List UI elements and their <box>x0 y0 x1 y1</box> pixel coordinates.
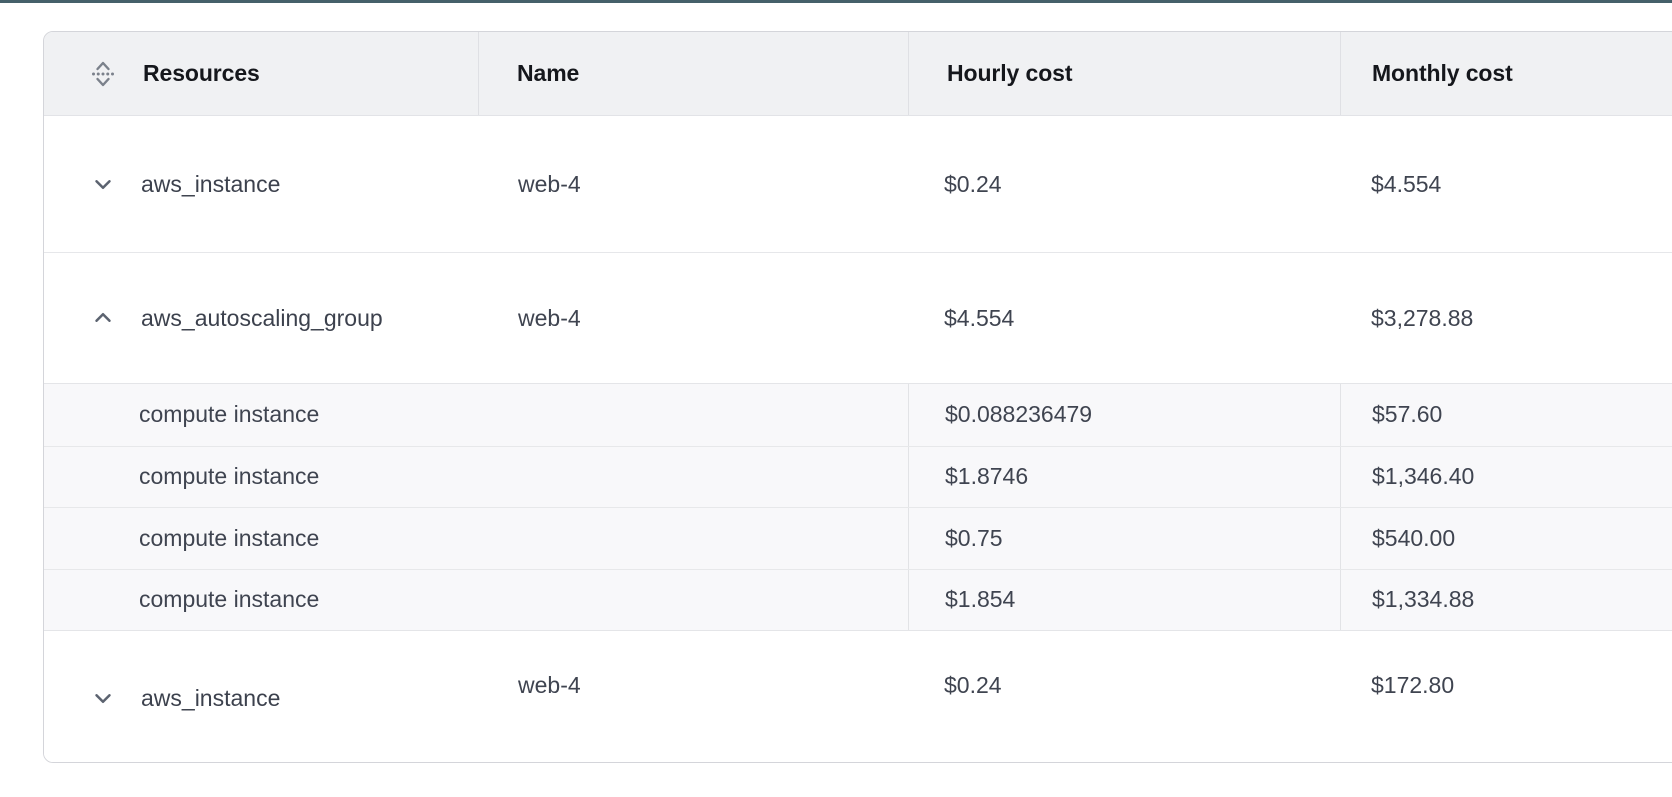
header-label-resources: Resources <box>143 60 260 87</box>
subresource-name: compute instance <box>139 525 319 552</box>
name-value: web-4 <box>518 305 581 332</box>
header-label-name: Name <box>517 60 579 87</box>
subresource-hourly-value: $1.8746 <box>945 463 1028 490</box>
drag-sort-handle-icon[interactable] <box>86 54 120 94</box>
subresource-name: compute instance <box>139 586 319 613</box>
subresource-name: compute instance <box>139 401 319 428</box>
subresource-row: compute instance $1.8746 $1,346.40 <box>44 446 1672 508</box>
chevron-down-icon[interactable] <box>89 684 117 712</box>
cost-table-card: Resources Name Hourly cost Monthly cost … <box>43 31 1672 763</box>
subresource-hourly-cell: $1.854 <box>908 570 1340 631</box>
header-label-hourly-cost: Hourly cost <box>947 60 1072 87</box>
subresource-monthly-value: $540.00 <box>1372 525 1455 552</box>
name-cell: web-4 <box>478 631 908 763</box>
column-header-name[interactable]: Name <box>478 32 908 115</box>
subresource-name: compute instance <box>139 463 319 490</box>
resource-name: aws_instance <box>141 171 280 198</box>
monthly-cost-cell: $172.80 <box>1340 631 1672 763</box>
subresource-name-cell: compute instance <box>44 447 908 508</box>
header-label-monthly-cost: Monthly cost <box>1372 60 1513 87</box>
table-row[interactable]: aws_instance web-4 $0.24 $4.554 <box>44 116 1672 253</box>
subresource-hourly-value: $0.088236479 <box>945 401 1092 428</box>
subresource-hourly-value: $0.75 <box>945 525 1003 552</box>
subresource-monthly-cell: $540.00 <box>1340 508 1672 569</box>
subresource-hourly-cell: $1.8746 <box>908 447 1340 508</box>
resource-name: aws_autoscaling_group <box>141 305 383 332</box>
top-accent-bar <box>0 0 1672 3</box>
name-cell: web-4 <box>478 253 908 383</box>
table-header-row: Resources Name Hourly cost Monthly cost <box>44 32 1672 116</box>
subresource-monthly-value: $1,346.40 <box>1372 463 1474 490</box>
monthly-cost-cell: $4.554 <box>1340 116 1672 252</box>
column-header-resources[interactable]: Resources <box>44 32 478 115</box>
subresource-hourly-value: $1.854 <box>945 586 1015 613</box>
subresource-row: compute instance $1.854 $1,334.88 <box>44 569 1672 631</box>
table-row[interactable]: aws_autoscaling_group web-4 $4.554 $3,27… <box>44 253 1672 383</box>
subresource-row: compute instance $0.75 $540.00 <box>44 507 1672 569</box>
chevron-down-icon[interactable] <box>89 170 117 198</box>
monthly-cost-value: $3,278.88 <box>1371 305 1473 332</box>
column-header-hourly-cost[interactable]: Hourly cost <box>908 32 1340 115</box>
monthly-cost-cell: $3,278.88 <box>1340 253 1672 383</box>
resource-cell: aws_instance <box>44 631 478 763</box>
subresource-hourly-cell: $0.088236479 <box>908 384 1340 446</box>
hourly-cost-value: $4.554 <box>944 305 1014 332</box>
subresource-monthly-cell: $57.60 <box>1340 384 1672 446</box>
subresource-name-cell: compute instance <box>44 384 908 446</box>
subresource-name-cell: compute instance <box>44 570 908 631</box>
column-header-monthly-cost[interactable]: Monthly cost <box>1340 32 1672 115</box>
resource-cell: aws_instance <box>44 116 478 252</box>
subresource-name-cell: compute instance <box>44 508 908 569</box>
subresource-monthly-value: $1,334.88 <box>1372 586 1474 613</box>
resource-name: aws_instance <box>141 685 280 712</box>
subresource-monthly-cell: $1,346.40 <box>1340 447 1672 508</box>
hourly-cost-cell: $4.554 <box>908 253 1340 383</box>
hourly-cost-value: $0.24 <box>944 672 1002 699</box>
resource-cell: aws_autoscaling_group <box>44 253 478 383</box>
subresource-monthly-value: $57.60 <box>1372 401 1442 428</box>
table-row[interactable]: aws_instance web-4 $0.24 $172.80 <box>44 631 1672 763</box>
chevron-up-icon[interactable] <box>89 304 117 332</box>
name-value: web-4 <box>518 171 581 198</box>
subresource-monthly-cell: $1,334.88 <box>1340 570 1672 631</box>
monthly-cost-value: $4.554 <box>1371 171 1441 198</box>
hourly-cost-cell: $0.24 <box>908 116 1340 252</box>
name-value: web-4 <box>518 672 581 699</box>
hourly-cost-cell: $0.24 <box>908 631 1340 763</box>
name-cell: web-4 <box>478 116 908 252</box>
expanded-subresources: compute instance $0.088236479 $57.60 com… <box>44 383 1672 631</box>
subresource-row: compute instance $0.088236479 $57.60 <box>44 384 1672 446</box>
hourly-cost-value: $0.24 <box>944 171 1002 198</box>
monthly-cost-value: $172.80 <box>1371 672 1454 699</box>
subresource-hourly-cell: $0.75 <box>908 508 1340 569</box>
